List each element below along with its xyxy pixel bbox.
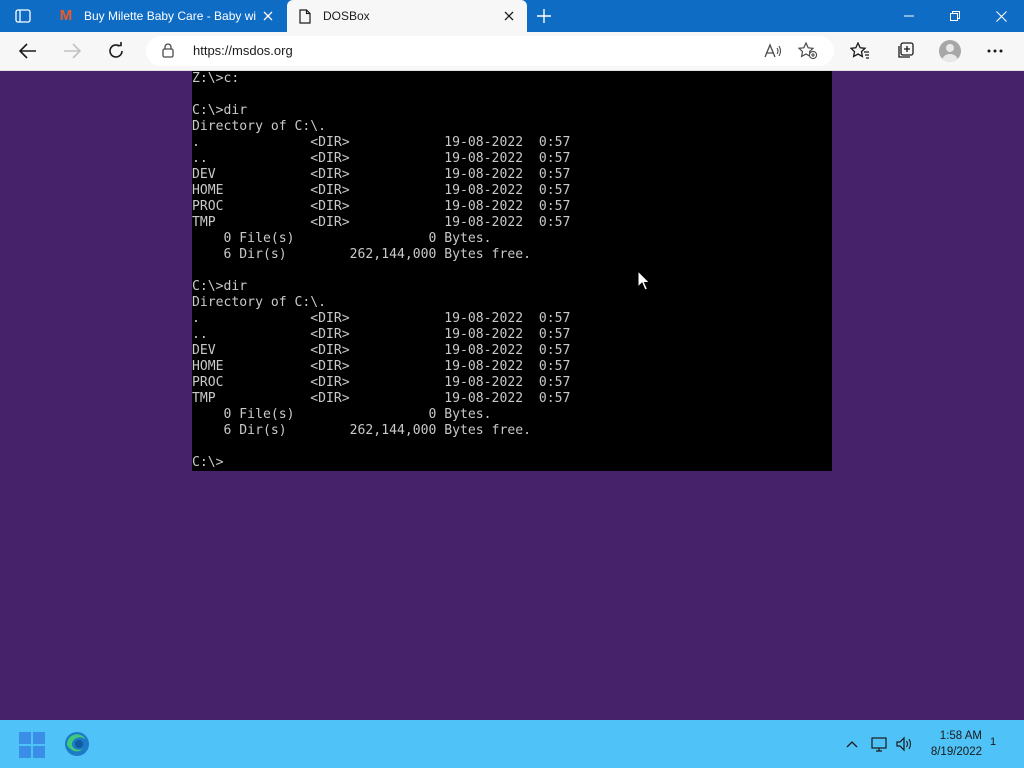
volume-icon[interactable] — [894, 734, 914, 754]
address-bar[interactable]: https://msdos.org — [146, 36, 834, 66]
terminal-line: C:\>dir — [192, 279, 248, 294]
terminal-line: TMP <DIR> 19-08-2022 0:57 — [192, 391, 571, 406]
terminal-output: Z:\>c: C:\>dir Directory of C:\.. <DIR> 1… — [192, 71, 832, 471]
profile-avatar[interactable] — [936, 38, 964, 64]
close-tab-icon[interactable] — [260, 8, 276, 24]
minimize-icon[interactable] — [886, 0, 932, 32]
terminal-line: C:\> — [192, 455, 224, 470]
tab-actions-menu-icon[interactable] — [14, 7, 32, 25]
terminal-line: 6 Dir(s) 262,144,000 Bytes free. — [192, 247, 531, 262]
clock-date: 8/19/2022 — [930, 746, 982, 758]
terminal-line: 6 Dir(s) 262,144,000 Bytes free. — [192, 423, 531, 438]
windows-taskbar: 1:58 AM 8/19/2022 1 — [0, 720, 1024, 768]
add-favorite-star-icon[interactable] — [798, 41, 818, 61]
terminal-line: .. <DIR> 19-08-2022 0:57 — [192, 151, 571, 166]
terminal-line: . <DIR> 19-08-2022 0:57 — [192, 135, 571, 150]
terminal-line: 0 File(s) 0 Bytes. — [192, 231, 492, 246]
tab-milette[interactable]: M Buy Milette Baby Care - Baby wipes — [48, 0, 286, 32]
windows-start-icon[interactable] — [19, 732, 45, 758]
close-tab-icon[interactable] — [501, 8, 517, 24]
notification-count[interactable]: 1 — [990, 736, 996, 748]
profile-icon — [939, 40, 961, 62]
favorites-icon[interactable] — [846, 38, 874, 64]
restore-icon[interactable] — [932, 0, 978, 32]
edge-browser-icon[interactable] — [64, 731, 90, 757]
terminal-line: PROC <DIR> 19-08-2022 0:57 — [192, 199, 571, 214]
taskbar-clock[interactable]: 1:58 AM 8/19/2022 — [920, 728, 982, 760]
network-icon[interactable] — [870, 734, 890, 754]
tab-dosbox[interactable]: DOSBox — [287, 0, 527, 32]
terminal-line: Directory of C:\. — [192, 295, 327, 310]
terminal-line: Z:\>c: — [192, 71, 240, 86]
terminal-line: 0 File(s) 0 Bytes. — [192, 407, 492, 422]
terminal-line: C:\>dir — [192, 103, 248, 118]
settings-more-icon[interactable] — [981, 38, 1009, 64]
browser-tab-bar: M Buy Milette Baby Care - Baby wipes DOS… — [0, 0, 1024, 32]
terminal-line: HOME <DIR> 19-08-2022 0:57 — [192, 359, 571, 374]
tab-title: DOSBox — [323, 9, 370, 23]
terminal-line: . <DIR> 19-08-2022 0:57 — [192, 311, 571, 326]
milette-favicon-icon: M — [59, 7, 73, 24]
terminal-line: HOME <DIR> 19-08-2022 0:57 — [192, 183, 571, 198]
address-toolbar: https://msdos.org — [0, 32, 1024, 71]
url-text[interactable]: https://msdos.org — [193, 43, 293, 58]
show-hidden-icons-chevron-icon[interactable] — [842, 734, 862, 754]
refresh-icon[interactable] — [102, 38, 130, 64]
new-tab-plus-icon[interactable] — [534, 6, 554, 26]
read-aloud-icon[interactable] — [763, 41, 783, 61]
clock-time: 1:58 AM — [939, 730, 982, 742]
collections-icon[interactable] — [891, 38, 919, 64]
lock-icon[interactable] — [162, 43, 174, 63]
close-window-icon[interactable] — [978, 0, 1024, 32]
forward-arrow-icon[interactable] — [58, 38, 86, 64]
terminal-line: PROC <DIR> 19-08-2022 0:57 — [192, 375, 571, 390]
terminal-line: Directory of C:\. — [192, 119, 327, 134]
mouse-pointer-icon — [637, 269, 651, 296]
page-icon — [299, 8, 313, 24]
back-arrow-icon[interactable] — [14, 38, 42, 64]
tab-title: Buy Milette Baby Care - Baby wipes — [84, 9, 256, 23]
terminal-line: DEV <DIR> 19-08-2022 0:57 — [192, 167, 571, 182]
terminal-line: DEV <DIR> 19-08-2022 0:57 — [192, 343, 571, 358]
terminal-line: .. <DIR> 19-08-2022 0:57 — [192, 327, 571, 342]
dosbox-terminal[interactable]: Z:\>c: C:\>dir Directory of C:\.. <DIR> 1… — [192, 71, 832, 471]
terminal-line: TMP <DIR> 19-08-2022 0:57 — [192, 215, 571, 230]
